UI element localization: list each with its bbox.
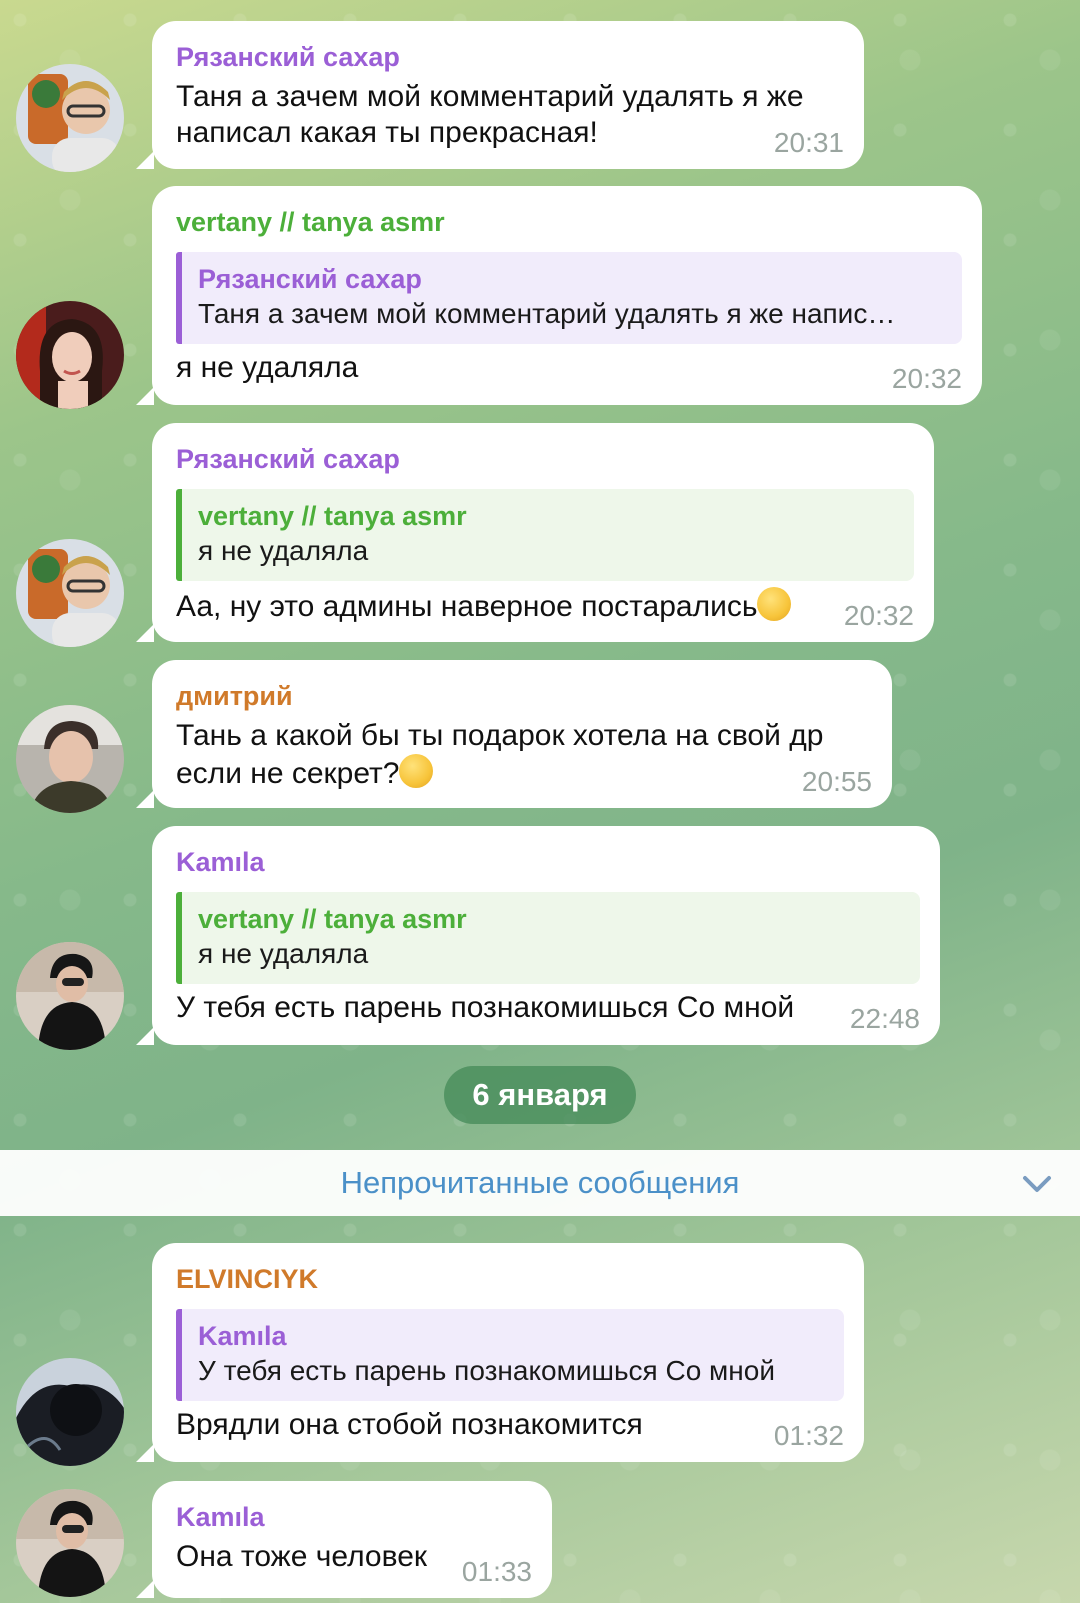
sender-name[interactable]: Kamıla xyxy=(176,846,920,878)
reply-quote[interactable]: Рязанский сахар Таня а зачем мой коммент… xyxy=(176,252,962,344)
reply-quote[interactable]: Kamıla У тебя есть парень познакомишься … xyxy=(176,1309,844,1401)
bubble-tail xyxy=(136,624,154,642)
thinking-face-emoji-icon xyxy=(399,754,434,788)
message-time: 20:32 xyxy=(891,363,962,394)
avatar[interactable] xyxy=(16,1358,124,1466)
reply-sender-name: Рязанский сахар xyxy=(198,264,422,294)
grinning-sweat-emoji-icon xyxy=(757,587,792,621)
reply-text: У тебя есть парень познакомишься Со мной xyxy=(198,1355,775,1386)
sender-name[interactable]: Рязанский сахар xyxy=(176,41,844,73)
message-text: Тань а какой бы ты подарок хотела на сво… xyxy=(176,718,872,792)
message-text-line: если не секрет? xyxy=(176,754,872,792)
sender-name[interactable]: Kamıla xyxy=(176,1501,532,1533)
message-bubble[interactable]: Рязанский сахар vertany // tanya asmr я … xyxy=(136,423,934,642)
sender-name[interactable]: Рязанский сахар xyxy=(176,443,914,475)
message-text: У тебя есть парень познакомишься Со мной xyxy=(176,991,795,1024)
message-bubble[interactable]: Рязанский сахар Таня а зачем мой коммент… xyxy=(136,21,864,169)
message-text: Таня а зачем мой комментарий удалять я ж… xyxy=(176,79,844,151)
avatar[interactable] xyxy=(16,301,124,409)
reply-quote[interactable]: vertany // tanya asmr я не удаляла xyxy=(176,892,920,984)
message-time: 20:32 xyxy=(843,600,914,631)
unread-messages-banner[interactable]: Непрочитанные сообщения xyxy=(0,1150,1080,1216)
reply-text: я не удаляла xyxy=(198,535,369,566)
message-text-line: Таня а зачем мой комментарий удалять я ж… xyxy=(176,80,804,113)
avatar[interactable] xyxy=(16,539,124,647)
sender-name[interactable]: ELVINCIYK xyxy=(176,1263,844,1295)
message-time: 01:32 xyxy=(773,1420,844,1451)
message-bubble[interactable]: дмитрий Тань а какой бы ты подарок хотел… xyxy=(136,660,892,808)
date-separator: 6 января xyxy=(444,1066,636,1124)
avatar[interactable] xyxy=(16,1489,124,1597)
reply-quote[interactable]: vertany // tanya asmr я не удаляла xyxy=(176,489,914,581)
message-text: Аа, ну это админы наверное постарались xyxy=(176,587,914,625)
message-time: 01:33 xyxy=(461,1556,532,1587)
bubble-tail xyxy=(136,387,154,405)
avatar[interactable] xyxy=(16,64,124,172)
message-time: 20:55 xyxy=(801,766,872,797)
reply-sender-name: vertany // tanya asmr xyxy=(198,904,467,934)
message-text-line: написал какая ты прекрасная! xyxy=(176,116,598,149)
message-time: 20:31 xyxy=(773,127,844,158)
reply-text: Таня а зачем мой комментарий удалять я ж… xyxy=(198,298,896,329)
bubble-tail xyxy=(136,1444,154,1462)
message-bubble[interactable]: Kamıla Она тоже человек 01:33 xyxy=(136,1481,552,1598)
bubble-tail xyxy=(136,790,154,808)
reply-text: я не удаляла xyxy=(198,938,369,969)
message-time: 22:48 xyxy=(849,1003,920,1034)
avatar[interactable] xyxy=(16,942,124,1050)
message-text-line: Тань а какой бы ты подарок хотела на сво… xyxy=(176,719,824,752)
chevron-down-icon[interactable] xyxy=(1018,1164,1056,1202)
message-bubble[interactable]: ELVINCIYK Kamıla У тебя есть парень позн… xyxy=(136,1243,864,1462)
message-bubble[interactable]: Kamıla vertany // tanya asmr я не удалял… xyxy=(136,826,940,1045)
message-text-content: Аа, ну это админы наверное постарались xyxy=(176,590,758,623)
avatar[interactable] xyxy=(16,705,124,813)
bubble-tail xyxy=(136,1580,154,1598)
unread-banner-label: Непрочитанные сообщения xyxy=(340,1165,740,1200)
bubble-tail xyxy=(136,151,154,169)
message-bubble[interactable]: vertany // tanya asmr Рязанский сахар Та… xyxy=(136,186,982,405)
sender-name[interactable]: дмитрий xyxy=(176,680,872,712)
message-text: Врядли она стобой познакомится xyxy=(176,1408,643,1441)
bubble-tail xyxy=(136,1027,154,1045)
reply-sender-name: vertany // tanya asmr xyxy=(198,501,467,531)
sender-name[interactable]: vertany // tanya asmr xyxy=(176,206,962,238)
reply-sender-name: Kamıla xyxy=(198,1321,287,1351)
message-text-content: если не секрет? xyxy=(176,757,400,790)
message-text: я не удаляла xyxy=(176,351,359,384)
